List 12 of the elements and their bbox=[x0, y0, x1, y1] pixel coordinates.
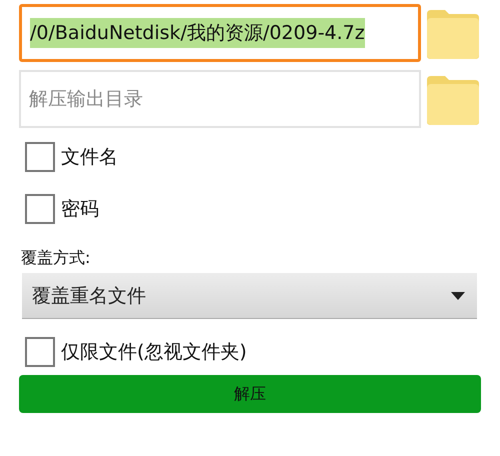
caret-icon bbox=[451, 292, 465, 300]
overwrite-label: 覆盖方式: bbox=[21, 248, 92, 269]
checkbox-label: 文件名 bbox=[61, 145, 118, 170]
extract-button[interactable]: 解压 bbox=[19, 375, 481, 413]
checkbox-label: 仅限文件(忽视文件夹) bbox=[61, 340, 247, 365]
checkbox[interactable] bbox=[25, 337, 55, 367]
path-field[interactable]: 解压输出目录 bbox=[19, 70, 421, 128]
overwrite-dropdown[interactable]: 覆盖重名文件 bbox=[22, 273, 477, 319]
checkbox-label: 密码 bbox=[61, 197, 99, 222]
path-field[interactable]: /0/BaiduNetdisk/我的资源/0209-4.7z bbox=[19, 4, 421, 62]
checkbox[interactable] bbox=[25, 142, 55, 172]
checkbox[interactable] bbox=[25, 194, 55, 224]
